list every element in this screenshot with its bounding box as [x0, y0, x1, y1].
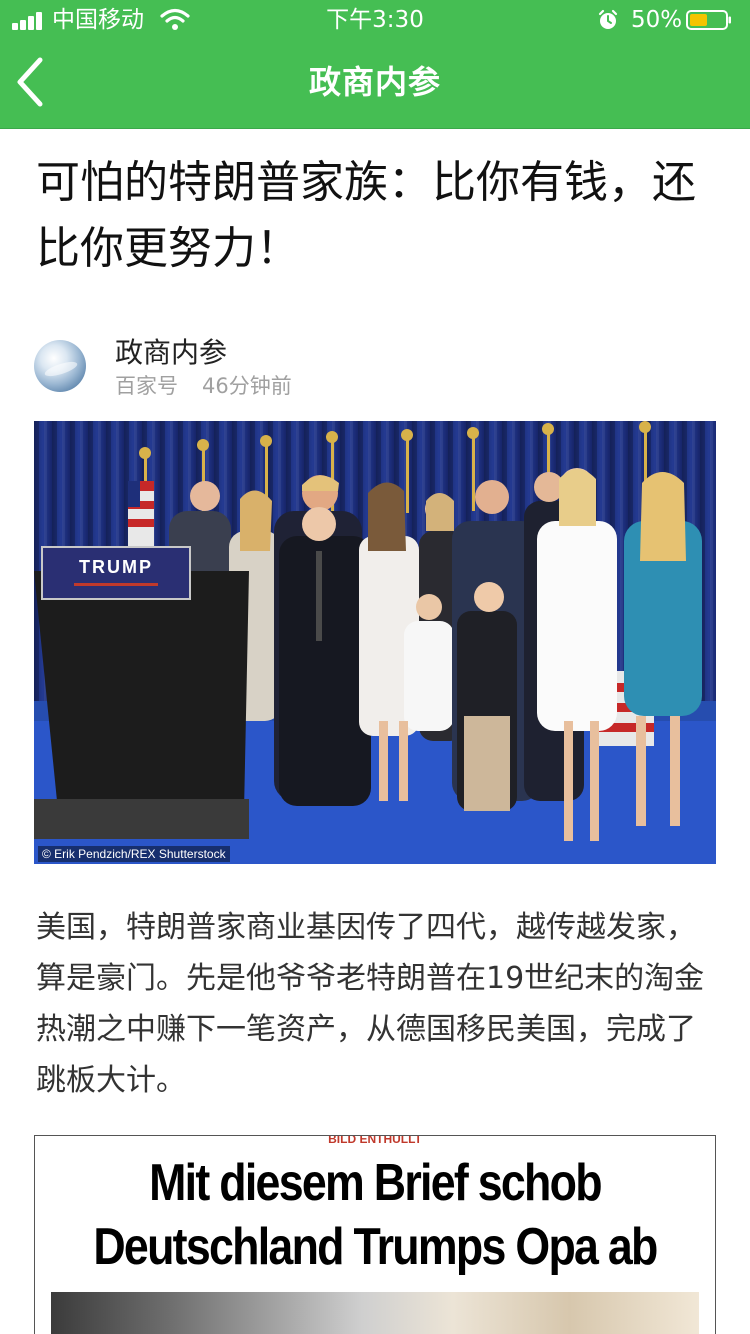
family-photo-illustration: TRUMP [34, 421, 716, 864]
publish-time: 46分钟前 [202, 374, 292, 398]
nav-title: 政商内参 [308, 63, 441, 101]
status-bar: 中国移动 下午3:30 50% [0, 0, 750, 40]
author-row[interactable]: 政商内参 百家号 46分钟前 [34, 334, 714, 404]
newspaper-headline-line-2: Deutschland Trumps Opa ab [93, 1218, 658, 1276]
battery-percent: 50% [631, 7, 683, 33]
author-avatar[interactable] [34, 340, 86, 392]
author-name[interactable]: 政商内参 [115, 334, 227, 372]
nav-bar: 政商内参 [0, 40, 750, 128]
newspaper-photo-strip [51, 1292, 699, 1334]
author-source: 百家号 [115, 374, 178, 398]
newspaper-kicker: BILD ENTHÜLLT [328, 1135, 422, 1146]
battery-icon [686, 10, 731, 30]
podium-sign-text: TRUMP [79, 557, 153, 577]
article-title: 可怕的特朗普家族：比你有钱，还比你更努力！ [36, 157, 696, 274]
app-screen: 中国移动 下午3:30 50% 政商内参 可怕的特朗普家族：比你有钱，还比你更努… [0, 0, 750, 1334]
article-photo[interactable]: TRUMP © Erik Pendzich/REX Shutterstock [34, 421, 716, 864]
alarm-clock-icon [598, 9, 618, 29]
photo-credit: © Erik Pendzich/REX Shutterstock [38, 846, 230, 862]
header: 中国移动 下午3:30 50% 政商内参 [0, 0, 750, 129]
newspaper-headline-line-1: Mit diesem Brief schob [149, 1154, 602, 1212]
author-meta: 百家号 46分钟前 [115, 372, 292, 400]
article-paragraph: 美国，特朗普家商业基因传了四代，越传越发家，算是豪门。先是他爷爷老特朗普在19世… [36, 910, 705, 1098]
newspaper-clip-image[interactable]: BILD ENTHÜLLT Mit diesem Brief schob Deu… [34, 1135, 716, 1334]
